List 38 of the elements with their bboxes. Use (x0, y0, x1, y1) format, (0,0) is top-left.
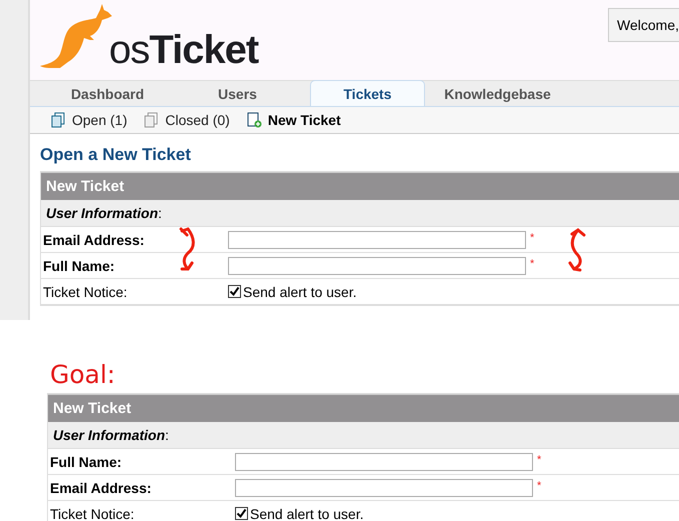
required-mark: * (537, 480, 542, 492)
input-field[interactable] (228, 256, 526, 274)
checkbox-label: Send alert to user. (243, 284, 357, 300)
nav-tab[interactable]: Users (180, 82, 295, 106)
subnav-link[interactable]: Open (1) (50, 112, 128, 128)
swap-arrow-drawing (568, 227, 588, 273)
section-title: User Information: (53, 427, 169, 443)
checkbox[interactable] (228, 285, 241, 298)
field-label: Ticket Notice: (43, 284, 128, 300)
checkbox[interactable] (235, 507, 248, 520)
field-label: Email Address: (43, 232, 144, 248)
field-label: Full Name: (50, 454, 122, 470)
checkbox-label: Send alert to user. (250, 506, 364, 521)
input-field[interactable] (235, 478, 533, 496)
nav-tab[interactable]: Knowledgebase (440, 82, 555, 106)
welcome-text: Welcome, (608, 8, 679, 42)
nav-tab[interactable]: Dashboard (50, 82, 165, 106)
documents-icon (143, 112, 160, 128)
page-title: Open a New Ticket (40, 145, 192, 165)
input-field[interactable] (228, 230, 526, 248)
field-label: Ticket Notice: (50, 506, 134, 521)
nav-tab[interactable]: Tickets (310, 80, 425, 106)
form-header: New Ticket (48, 394, 679, 422)
swap-arrow-drawing (178, 227, 198, 273)
logo-text: osTicket (109, 30, 258, 70)
field-label: Full Name: (43, 258, 115, 274)
goal-label: Goal: (50, 360, 116, 389)
subnav-link[interactable]: New Ticket (246, 112, 341, 128)
field-label: Email Address: (50, 480, 152, 496)
required-mark: * (530, 258, 534, 270)
section-title: User Information: (46, 205, 162, 221)
form-header: New Ticket (41, 172, 679, 200)
input-field[interactable] (235, 452, 533, 470)
required-mark: * (530, 232, 534, 244)
subnav-link[interactable]: Closed (0) (143, 112, 230, 128)
new-document-icon (246, 112, 262, 128)
required-mark: * (537, 454, 542, 466)
documents-icon (50, 112, 66, 128)
